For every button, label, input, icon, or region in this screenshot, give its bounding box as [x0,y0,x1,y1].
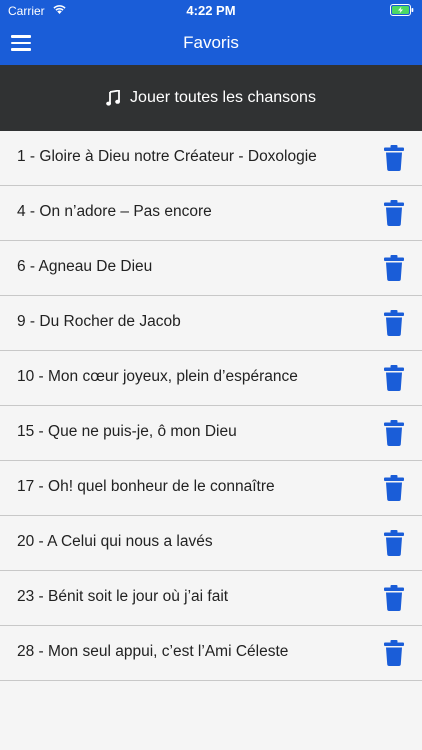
song-title: 10 - Mon cœur joyeux, plein d’espérance [17,368,298,385]
song-title: 17 - Oh! quel bonheur de le connaître [17,478,275,495]
song-row[interactable]: 20 - A Celui qui nous a lavés [0,516,422,571]
song-title: 23 - Bénit soit le jour où j’ai fait [17,588,229,605]
trash-icon[interactable] [384,310,404,336]
trash-icon[interactable] [384,475,404,501]
trash-icon[interactable] [384,255,404,281]
app-header: Carrier 4:22 PM Favoris [0,0,422,65]
song-title: 15 - Que ne puis-je, ô mon Dieu [17,423,237,440]
trash-icon[interactable] [384,640,404,666]
song-row[interactable]: 17 - Oh! quel bonheur de le connaître [0,461,422,516]
song-row[interactable]: 23 - Bénit soit le jour où j’ai fait [0,571,422,626]
trash-icon[interactable] [384,530,404,556]
song-title: 6 - Agneau De Dieu [17,258,153,275]
song-title: 28 - Mon seul appui, c’est l’Ami Céleste [17,643,289,660]
trash-icon[interactable] [384,145,404,171]
song-title: 4 - On n’adore – Pas encore [17,203,212,220]
music-note-icon [106,90,121,106]
song-title: 20 - A Celui qui nous a lavés [17,533,213,550]
song-row[interactable]: 10 - Mon cœur joyeux, plein d’espérance [0,351,422,406]
song-row[interactable]: 9 - Du Rocher de Jacob [0,296,422,351]
trash-icon[interactable] [384,200,404,226]
trash-icon[interactable] [384,365,404,391]
song-row[interactable]: 1 - Gloire à Dieu notre Créateur - Doxol… [0,131,422,186]
page-title: Favoris [183,33,239,52]
favorites-list: 1 - Gloire à Dieu notre Créateur - Doxol… [0,131,422,681]
play-all-button[interactable]: Jouer toutes les chansons [0,65,422,131]
song-row[interactable]: 15 - Que ne puis-je, ô mon Dieu [0,406,422,461]
song-row[interactable]: 6 - Agneau De Dieu [0,241,422,296]
song-title: 1 - Gloire à Dieu notre Créateur - Doxol… [17,148,317,165]
trash-icon[interactable] [384,420,404,446]
status-time: 4:22 PM [186,3,236,18]
song-row[interactable]: 28 - Mon seul appui, c’est l’Ami Céleste [0,626,422,681]
status-bar: Carrier 4:22 PM [0,0,422,22]
trash-icon[interactable] [384,585,404,611]
song-title: 9 - Du Rocher de Jacob [17,313,181,330]
battery-icon [390,4,414,19]
play-all-label: Jouer toutes les chansons [130,89,316,106]
song-row[interactable]: 4 - On n’adore – Pas encore [0,186,422,241]
